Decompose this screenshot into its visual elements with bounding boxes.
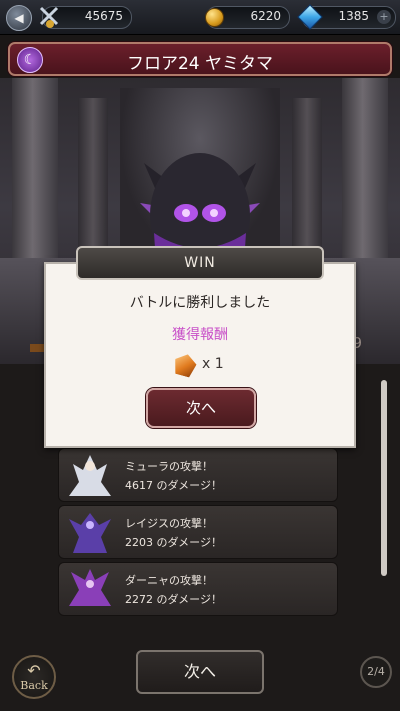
gem-stat: 1385 + bbox=[297, 4, 396, 30]
damage-text: 4617 のダメージ！ bbox=[125, 479, 222, 492]
reward-label: 獲得報酬 bbox=[172, 327, 228, 343]
character-danya-portrait bbox=[69, 569, 111, 606]
back-arrow-icon: ↶ bbox=[27, 661, 41, 680]
swords-icon bbox=[37, 4, 63, 30]
log-scrollbar[interactable] bbox=[381, 380, 387, 576]
gold-coin-icon bbox=[201, 4, 227, 30]
floor-title: フロア24 ヤミタマ bbox=[126, 54, 274, 74]
gem-value: 1385 bbox=[338, 9, 369, 23]
back-button[interactable]: ↶ Back bbox=[12, 655, 56, 699]
page-indicator: 2/4 bbox=[360, 656, 392, 688]
damage-text: 2272 のダメージ！ bbox=[125, 593, 222, 606]
log-next-button[interactable]: 次へ bbox=[136, 650, 264, 694]
attack-text: レイジスの攻撃！ bbox=[125, 517, 213, 530]
dialog-next-button[interactable]: 次へ bbox=[146, 388, 256, 428]
character-miura-portrait bbox=[69, 455, 111, 496]
back-label: Back bbox=[20, 679, 48, 692]
sound-toggle-button[interactable]: ◀ bbox=[6, 5, 32, 31]
add-gems-button[interactable]: + bbox=[377, 10, 391, 24]
battle-log-entry: ミューラの攻撃！ 4617 のダメージ！ bbox=[58, 448, 338, 502]
blue-gem-icon bbox=[297, 4, 323, 30]
attack-text: ミューラの攻撃！ bbox=[125, 460, 213, 473]
gold-value: 6220 bbox=[250, 9, 281, 23]
battle-log-entry: ダーニャの攻撃！ 2272 のダメージ！ bbox=[58, 562, 338, 616]
battle-power-stat: 45675 bbox=[39, 6, 132, 29]
gold-stat: 6220 bbox=[204, 6, 290, 29]
reward-quantity: x 1 bbox=[202, 356, 224, 372]
orange-gem-reward-icon bbox=[172, 352, 199, 379]
battle-power-value: 45675 bbox=[84, 9, 123, 23]
win-dialog: バトルに勝利しました 獲得報酬 x 1 次へ bbox=[44, 262, 356, 448]
character-reijis-portrait bbox=[69, 513, 111, 553]
speaker-icon: ◀ bbox=[14, 11, 24, 25]
battle-log-entry: レイジスの攻撃！ 2203 のダメージ！ bbox=[58, 505, 338, 559]
victory-message: バトルに勝利しました bbox=[129, 295, 271, 311]
win-heading: WIN bbox=[76, 246, 324, 280]
floor-title-bar: ☾ フロア24 ヤミタマ bbox=[8, 42, 392, 76]
top-status-bar: ◀ 45675 6220 1385 + bbox=[0, 0, 400, 35]
attack-text: ダーニャの攻撃！ bbox=[125, 574, 213, 587]
damage-text: 2203 のダメージ！ bbox=[125, 536, 222, 549]
